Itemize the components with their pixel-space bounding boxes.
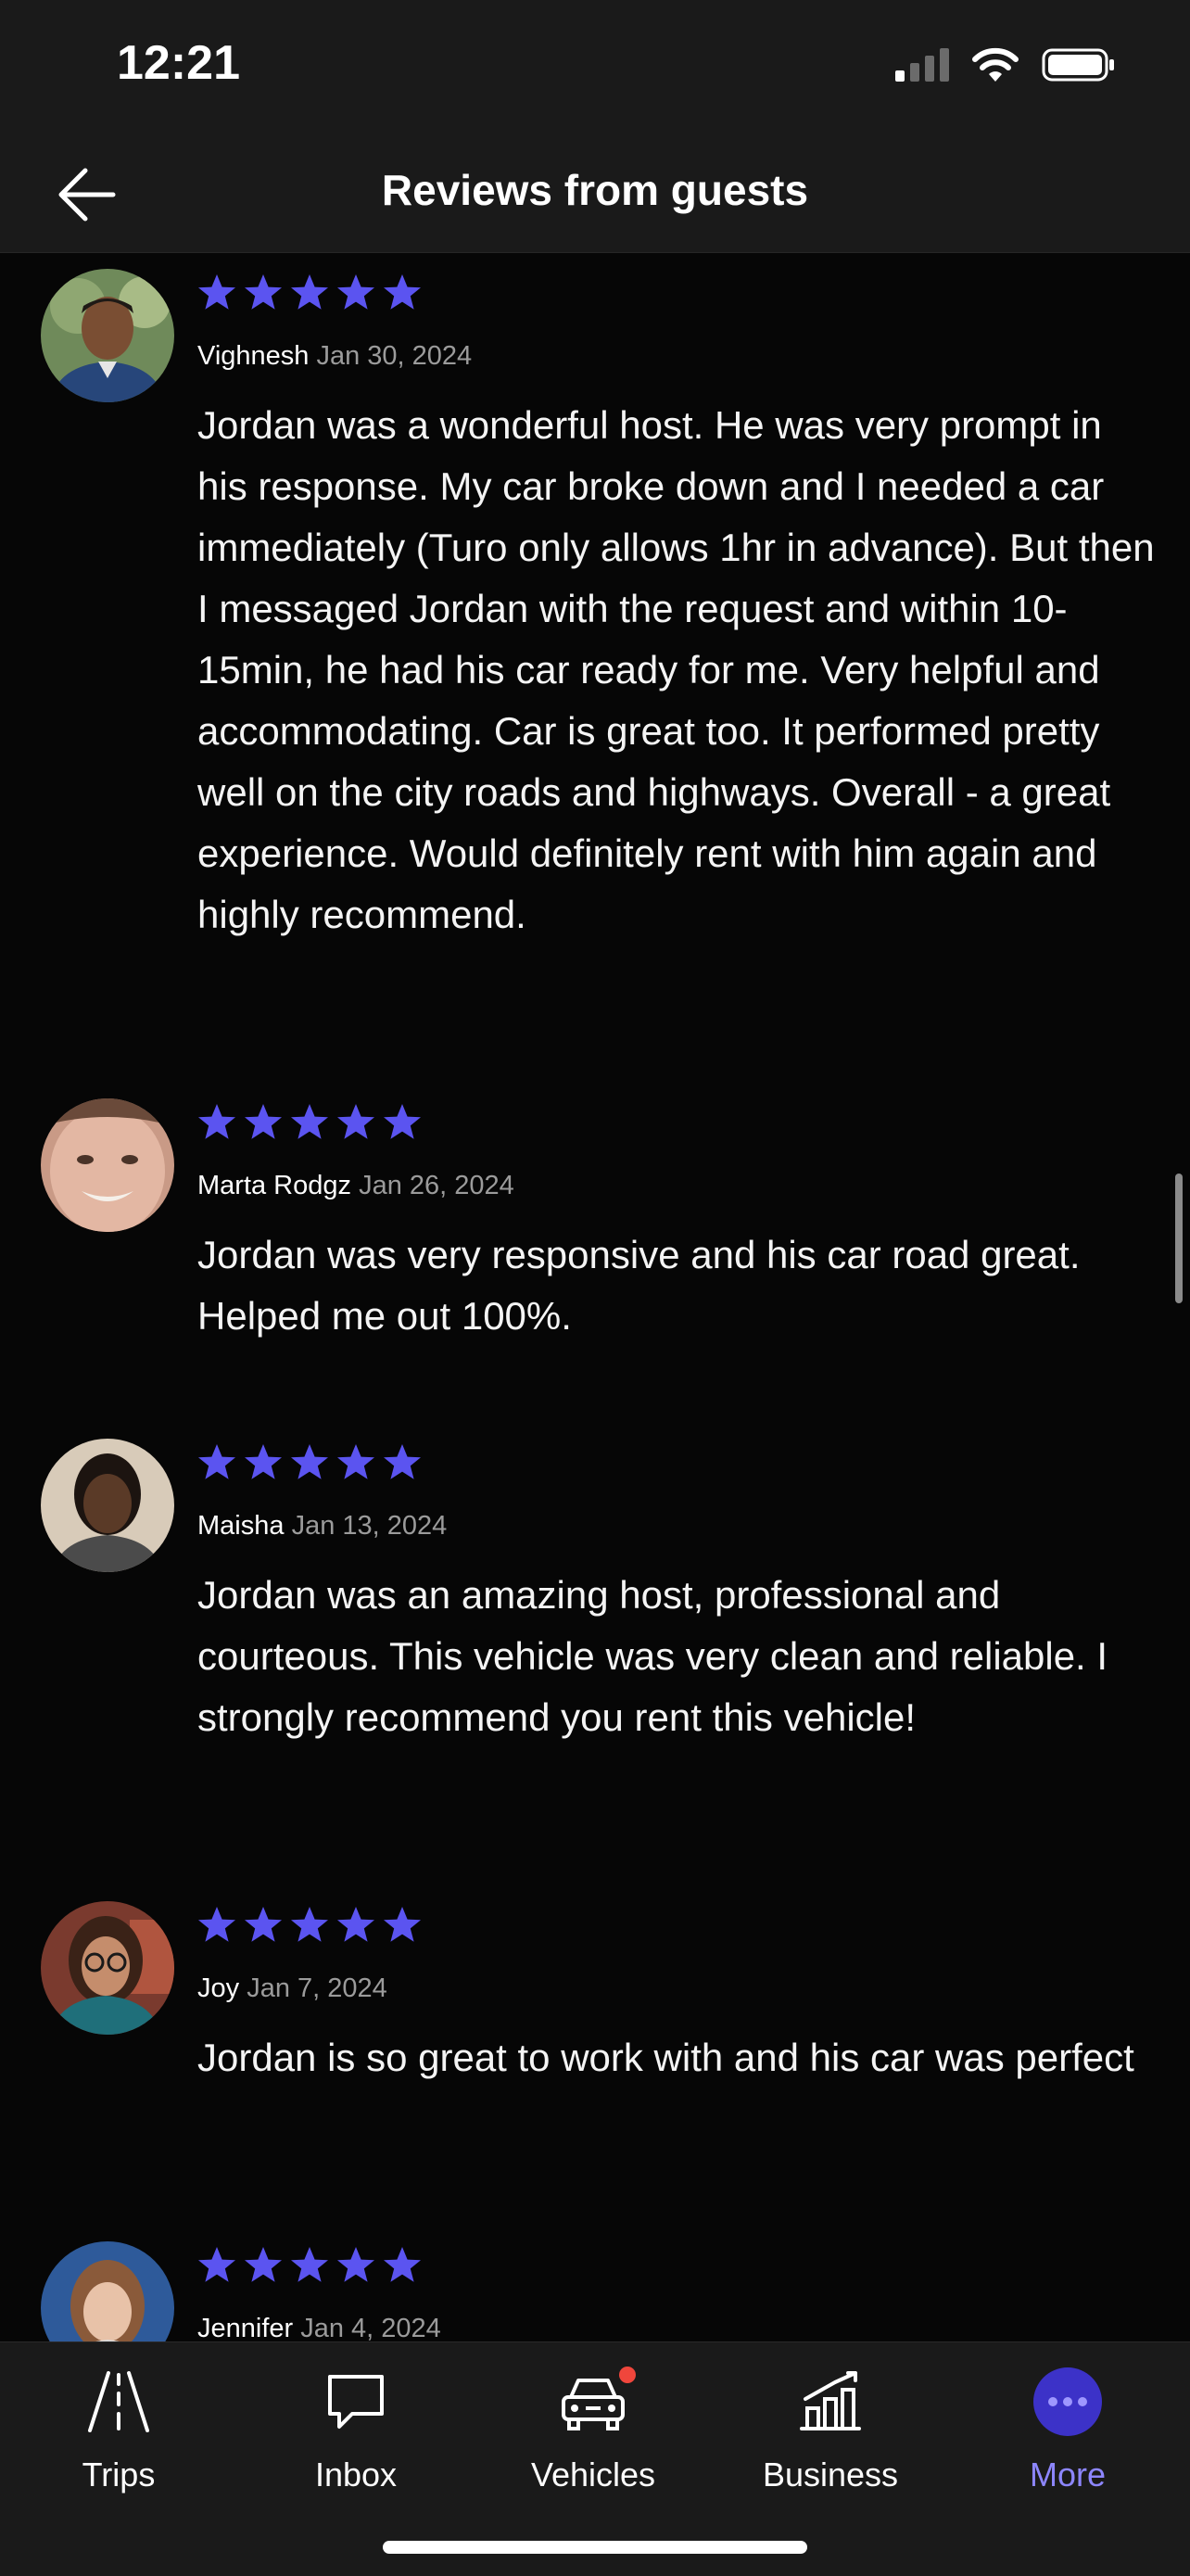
status-icons xyxy=(895,46,1116,83)
tab-bar: Trips Inbox Vehicles Business More xyxy=(0,2341,1190,2576)
tab-trips[interactable]: Trips xyxy=(0,2342,237,2509)
star-icon xyxy=(384,1104,421,1139)
star-icon xyxy=(198,1444,235,1479)
battery-icon xyxy=(1042,48,1114,82)
reviews-list[interactable]: Vighnesh Jan 30, 2024 Jordan was a wonde… xyxy=(0,252,1190,2341)
rating-stars xyxy=(196,1905,423,1944)
avatar[interactable] xyxy=(41,269,174,402)
review-date: Jan 30, 2024 xyxy=(316,341,473,371)
trips-icon xyxy=(88,2371,149,2432)
review-meta: Joy Jan 7, 2024 xyxy=(197,1973,387,2004)
star-icon xyxy=(245,2247,282,2282)
business-chart-icon xyxy=(800,2371,861,2430)
review-meta: Marta Rodgz Jan 26, 2024 xyxy=(197,1171,514,1201)
tab-label: Inbox xyxy=(314,2455,398,2494)
rating-stars xyxy=(196,1442,423,1481)
star-icon xyxy=(291,1104,328,1139)
star-icon xyxy=(337,1444,374,1479)
car-icon xyxy=(562,2379,625,2430)
avatar[interactable] xyxy=(41,1901,174,2035)
review-date: Jan 7, 2024 xyxy=(247,1973,387,2003)
review-text: Jordan was very responsive and his car r… xyxy=(197,1233,1081,1338)
review-text: Jordan is so great to work with and his … xyxy=(197,2036,1134,2079)
reviewer-name: Joy xyxy=(197,1973,240,2003)
reviewer-name: Maisha xyxy=(197,1511,285,1541)
rating-stars xyxy=(196,273,423,311)
star-icon xyxy=(198,1104,235,1139)
rating-stars xyxy=(196,1102,423,1141)
star-icon xyxy=(337,1104,374,1139)
star-icon xyxy=(198,1907,235,1942)
star-icon xyxy=(291,1907,328,1942)
rating-stars xyxy=(196,2245,423,2284)
tab-vehicles[interactable]: Vehicles xyxy=(475,2342,712,2509)
home-indicator[interactable] xyxy=(383,2541,807,2554)
star-icon xyxy=(337,1907,374,1942)
cellular-signal-icon xyxy=(895,48,949,82)
review-meta: Maisha Jan 13, 2024 xyxy=(197,1511,447,1542)
review-meta: Jennifer Jan 4, 2024 xyxy=(197,2314,441,2341)
review-text: Jordan was a wonderful host. He was very… xyxy=(197,403,1155,936)
tab-inbox[interactable]: Inbox xyxy=(237,2342,475,2509)
star-icon xyxy=(245,274,282,310)
status-time: 12:21 xyxy=(117,36,240,90)
tab-label: Vehicles xyxy=(530,2455,656,2494)
review-text: Jordan was an amazing host, professional… xyxy=(197,1573,1108,1739)
review-date: Jan 26, 2024 xyxy=(359,1171,514,1200)
review-date: Jan 4, 2024 xyxy=(300,2314,441,2341)
star-icon xyxy=(198,274,235,310)
star-icon xyxy=(291,2247,328,2282)
inbox-icon xyxy=(328,2375,384,2429)
more-icon xyxy=(1033,2367,1102,2436)
star-icon xyxy=(245,1104,282,1139)
star-icon xyxy=(198,2247,235,2282)
star-icon xyxy=(291,1444,328,1479)
notification-dot xyxy=(619,2367,636,2383)
reviewer-name: Jennifer xyxy=(197,2314,294,2341)
tab-label: Business xyxy=(762,2455,899,2494)
avatar[interactable] xyxy=(41,1098,174,1232)
wifi-icon xyxy=(972,47,1019,82)
star-icon xyxy=(384,2247,421,2282)
reviewer-name: Marta Rodgz xyxy=(197,1171,352,1200)
reviewer-name: Vighnesh xyxy=(197,341,310,371)
star-icon xyxy=(384,274,421,310)
status-bar: 12:21 xyxy=(0,0,1190,130)
star-icon xyxy=(337,2247,374,2282)
star-icon xyxy=(384,1444,421,1479)
star-icon xyxy=(337,274,374,310)
star-icon xyxy=(245,1907,282,1942)
star-icon xyxy=(384,1907,421,1942)
tab-label: More xyxy=(1029,2455,1107,2494)
scrollbar[interactable] xyxy=(1175,1174,1183,1303)
tab-label: Trips xyxy=(82,2455,156,2494)
review-date: Jan 13, 2024 xyxy=(291,1511,448,1541)
tab-business[interactable]: Business xyxy=(712,2342,949,2509)
page-title: Reviews from guests xyxy=(381,166,809,214)
tab-more[interactable]: More xyxy=(949,2342,1186,2509)
header: Reviews from guests xyxy=(0,130,1190,253)
avatar[interactable] xyxy=(41,2241,174,2341)
star-icon xyxy=(245,1444,282,1479)
avatar[interactable] xyxy=(41,1439,174,1572)
review-meta: Vighnesh Jan 30, 2024 xyxy=(197,341,472,372)
star-icon xyxy=(291,274,328,310)
